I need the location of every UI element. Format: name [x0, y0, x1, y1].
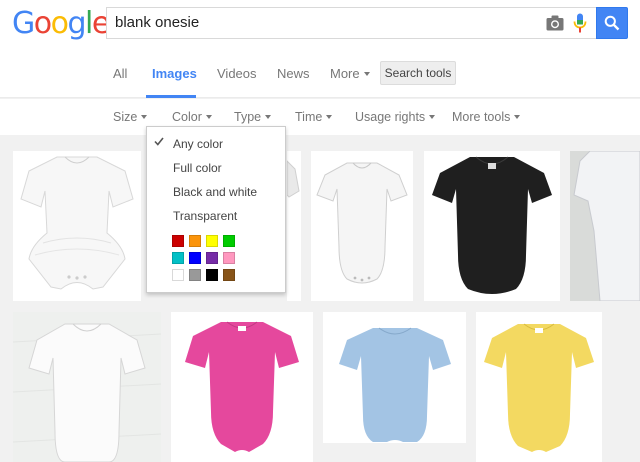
- color-swatch-black[interactable]: [206, 269, 218, 281]
- onesie-image: [20, 156, 134, 290]
- active-tab-indicator: [146, 95, 196, 98]
- chevron-down-icon: [205, 114, 212, 119]
- header: Google blank onesie: [0, 0, 640, 50]
- onesie-image: [339, 327, 451, 442]
- logo-letter: g: [67, 6, 86, 41]
- search-button[interactable]: [596, 7, 628, 39]
- menu-item-black-and-white[interactable]: Black and white: [173, 185, 257, 199]
- filter-label: More tools: [452, 110, 511, 124]
- filter-label: Size: [113, 110, 138, 124]
- filter-time[interactable]: Time: [295, 110, 333, 124]
- image-result[interactable]: [476, 312, 602, 462]
- google-logo[interactable]: Google: [12, 6, 110, 41]
- color-swatch-green[interactable]: [223, 235, 235, 247]
- onesie-image: [316, 162, 408, 284]
- search-input[interactable]: blank onesie: [106, 7, 596, 39]
- chevron-down-icon: [326, 114, 333, 119]
- tab-more-label: More: [330, 66, 360, 81]
- filter-usage-rights[interactable]: Usage rights: [355, 110, 436, 124]
- filter-label: Color: [172, 110, 202, 124]
- camera-icon[interactable]: [546, 15, 564, 31]
- filter-more-tools[interactable]: More tools: [452, 110, 521, 124]
- image-result[interactable]: [171, 312, 313, 462]
- filter-label: Type: [234, 110, 262, 124]
- microphone-icon[interactable]: [573, 13, 587, 33]
- menu-item-transparent[interactable]: Transparent: [173, 209, 237, 223]
- chevron-down-icon: [141, 114, 148, 119]
- menu-item-full-color[interactable]: Full color: [173, 161, 222, 175]
- image-result[interactable]: [13, 151, 141, 301]
- tab-news[interactable]: News: [277, 66, 310, 81]
- image-result[interactable]: [13, 312, 161, 462]
- image-result[interactable]: [323, 312, 466, 443]
- color-swatch-gray[interactable]: [189, 269, 201, 281]
- chevron-down-icon: [363, 71, 370, 76]
- tab-videos[interactable]: Videos: [217, 66, 257, 81]
- filter-size[interactable]: Size: [113, 110, 148, 124]
- filter-label: Time: [295, 110, 323, 124]
- logo-letter: G: [12, 6, 35, 41]
- color-swatch-brown[interactable]: [223, 269, 235, 281]
- onesie-image: [185, 321, 299, 452]
- color-swatch-blue[interactable]: [189, 252, 201, 264]
- image-result[interactable]: [424, 151, 560, 301]
- onesie-image: [432, 156, 552, 294]
- search-query[interactable]: blank onesie: [115, 14, 199, 31]
- tab-more[interactable]: More: [330, 66, 370, 81]
- color-swatch-purple[interactable]: [206, 252, 218, 264]
- search-tools-bar: Size Color Type Time Usage rights More t…: [0, 99, 640, 135]
- image-result[interactable]: [287, 151, 301, 301]
- filter-label: Usage rights: [355, 110, 426, 124]
- color-swatch-orange[interactable]: [189, 235, 201, 247]
- image-result[interactable]: [311, 151, 413, 301]
- color-swatch-teal[interactable]: [172, 252, 184, 264]
- search-icon: [604, 15, 620, 31]
- search-tabs: All Images Videos News More Search tools: [0, 50, 640, 98]
- onesie-image: [573, 151, 640, 301]
- onesie-image: [484, 323, 594, 452]
- color-filter-menu: Any color Full color Black and white Tra…: [146, 126, 286, 293]
- filter-color[interactable]: Color: [172, 110, 212, 124]
- chevron-down-icon: [429, 114, 436, 119]
- image-result[interactable]: [570, 151, 640, 301]
- filter-type[interactable]: Type: [234, 110, 272, 124]
- logo-letter: l: [85, 6, 93, 41]
- logo-letter: o: [33, 6, 52, 41]
- search-tools-button[interactable]: Search tools: [380, 61, 456, 85]
- chevron-down-icon: [265, 114, 272, 119]
- color-swatch-white[interactable]: [172, 269, 184, 281]
- onesie-image: [13, 323, 161, 462]
- page: Google blank onesie All Images Videos Ne…: [0, 0, 640, 462]
- check-icon: [154, 137, 164, 146]
- logo-letter: o: [50, 6, 69, 41]
- tab-images[interactable]: Images: [152, 66, 197, 81]
- menu-item-any-color[interactable]: Any color: [173, 137, 223, 151]
- color-swatch-pink[interactable]: [223, 252, 235, 264]
- tab-all[interactable]: All: [113, 66, 127, 81]
- color-swatch-red[interactable]: [172, 235, 184, 247]
- color-swatch-yellow[interactable]: [206, 235, 218, 247]
- onesie-image: [287, 160, 300, 198]
- chevron-down-icon: [514, 114, 521, 119]
